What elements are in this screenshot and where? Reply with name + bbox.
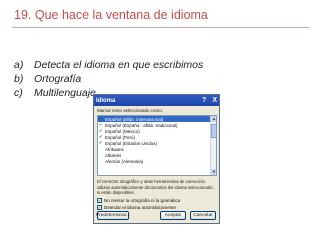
- scroll-thumb[interactable]: [211, 124, 216, 138]
- dialog-body: Marcar texto seleccionado como: ✔ Españo…: [94, 106, 219, 212]
- language-dialog: Idioma ? X Marcar texto seleccionado com…: [93, 94, 220, 224]
- ok-button[interactable]: Aceptar: [160, 211, 186, 220]
- option-text: Multilenguaje: [34, 87, 96, 99]
- language-name: Español (México): [105, 128, 140, 134]
- language-name: Español (España - alfab. tradicional): [105, 122, 178, 128]
- dialog-buttons: Predeterminar... Aceptar Cancelar: [96, 211, 216, 220]
- no-spellcheck-icon: [99, 159, 104, 163]
- scroll-up-icon[interactable]: ▲: [211, 116, 216, 122]
- language-name: Español (Estados Unidos): [105, 140, 158, 146]
- option-marker: c): [14, 87, 23, 99]
- no-spellcheck-icon: [99, 147, 104, 151]
- spellcheck-icon: ✔: [99, 140, 103, 145]
- language-name: Albanés: [105, 152, 122, 158]
- no-spellcheck-icon: [99, 153, 104, 157]
- default-button[interactable]: Predeterminar...: [96, 211, 130, 220]
- scroll-down-icon[interactable]: ▼: [211, 169, 216, 175]
- list-scrollbar[interactable]: ▲ ▼: [210, 116, 216, 175]
- option-text: Detecta el idioma en que escribimos: [34, 59, 204, 71]
- title-divider: [12, 27, 310, 28]
- option-marker: b): [14, 73, 24, 85]
- no-spellcheck-checkbox[interactable]: ✔: [97, 197, 102, 203]
- language-name: Afrikaans: [105, 146, 124, 152]
- dialog-titlebar[interactable]: Idioma ? X: [94, 95, 219, 106]
- option-a: a) Detecta el idioma en que escribimos: [14, 58, 203, 72]
- spellcheck-icon: ✔: [99, 122, 103, 127]
- no-spellcheck-option[interactable]: ✔ No revisar la ortografía ni la gramáti…: [97, 197, 216, 203]
- language-list[interactable]: ✔ Español (alfab. internacional) ✔ Españ…: [97, 115, 217, 176]
- close-button[interactable]: X: [212, 96, 217, 106]
- slide-title: 19. Que hace la ventana de idioma: [14, 8, 208, 22]
- cancel-button[interactable]: Cancelar: [190, 211, 216, 220]
- auto-detect-checkbox[interactable]: ✔: [97, 204, 102, 210]
- dialog-title: Idioma: [96, 97, 116, 104]
- auto-detect-option[interactable]: ✔ Detectar el idioma automáticamente: [97, 204, 216, 210]
- checkbox-label: Detectar el idioma automáticamente: [104, 204, 177, 210]
- option-text: Ortografía: [34, 73, 82, 85]
- info-note: El corrector ortográfico y otras herrami…: [97, 179, 214, 195]
- checkbox-label: No revisar la ortografía ni la gramática: [104, 197, 181, 203]
- language-name: Alemán (Alemania): [105, 158, 144, 164]
- help-button[interactable]: ?: [202, 96, 206, 106]
- option-marker: a): [14, 59, 24, 71]
- list-label: Marcar texto seleccionado como:: [97, 108, 164, 113]
- language-item[interactable]: Alemán (Alemania): [98, 158, 216, 164]
- spellcheck-icon: ✔: [99, 134, 103, 139]
- spellcheck-icon: ✔: [99, 116, 103, 121]
- option-b: b) Ortografía: [14, 72, 203, 86]
- language-name: Español (alfab. internacional): [105, 116, 164, 122]
- language-name: Español (Perú): [105, 134, 136, 140]
- spellcheck-icon: ✔: [99, 128, 103, 133]
